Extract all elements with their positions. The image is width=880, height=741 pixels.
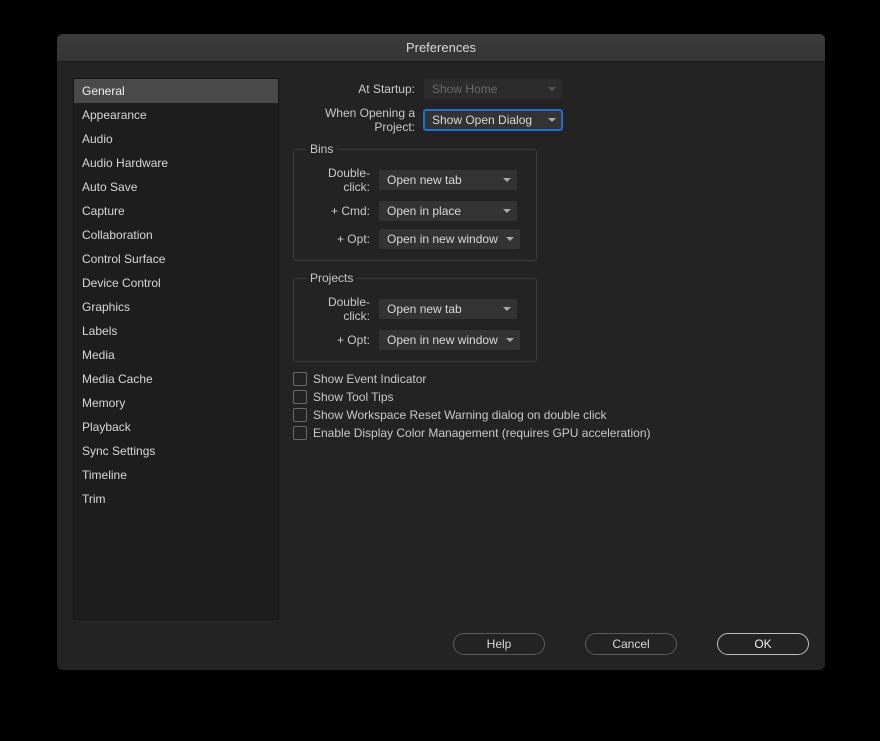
preferences-window: Preferences GeneralAppearanceAudioAudio … (57, 34, 825, 670)
cancel-button[interactable]: Cancel (585, 633, 677, 655)
check-event-indicator-row[interactable]: Show Event Indicator (293, 372, 809, 386)
check-color-mgmt-row[interactable]: Enable Display Color Management (require… (293, 426, 809, 440)
bins-opt-value: Open in new window (387, 232, 498, 246)
check-color-mgmt-label: Enable Display Color Management (require… (313, 426, 651, 440)
sidebar-item-collaboration[interactable]: Collaboration (74, 223, 278, 247)
projects-legend: Projects (306, 271, 357, 285)
open-project-label: When Opening a Project: (293, 106, 423, 134)
bins-cmd-dropdown[interactable]: Open in place (378, 200, 518, 222)
sidebar-item-media[interactable]: Media (74, 343, 278, 367)
bins-double-click-label: Double-click: (306, 166, 378, 194)
bins-opt-dropdown[interactable]: Open in new window (378, 228, 521, 250)
bins-opt-label: + Opt: (306, 232, 378, 246)
checkbox-icon[interactable] (293, 408, 307, 422)
sidebar-item-sync-settings[interactable]: Sync Settings (74, 439, 278, 463)
window-title: Preferences (406, 40, 476, 55)
titlebar: Preferences (57, 34, 825, 62)
projects-double-click-dropdown[interactable]: Open new tab (378, 298, 518, 320)
sidebar-item-graphics[interactable]: Graphics (74, 295, 278, 319)
sidebar-item-appearance[interactable]: Appearance (74, 103, 278, 127)
window-body: GeneralAppearanceAudioAudio HardwareAuto… (57, 62, 825, 628)
at-startup-value: Show Home (432, 82, 497, 96)
sidebar-item-trim[interactable]: Trim (74, 487, 278, 511)
projects-double-click-row: Double-click: Open new tab (306, 295, 524, 323)
sidebar-item-control-surface[interactable]: Control Surface (74, 247, 278, 271)
bins-opt-row: + Opt: Open in new window (306, 228, 524, 250)
checkbox-icon[interactable] (293, 372, 307, 386)
main-panel: At Startup: Show Home When Opening a Pro… (293, 78, 809, 620)
sidebar-item-memory[interactable]: Memory (74, 391, 278, 415)
check-tool-tips-label: Show Tool Tips (313, 390, 394, 404)
chevron-down-icon (548, 87, 556, 91)
at-startup-label: At Startup: (293, 82, 423, 96)
bins-cmd-row: + Cmd: Open in place (306, 200, 524, 222)
chevron-down-icon (506, 338, 514, 342)
chevron-down-icon (548, 118, 556, 122)
sidebar-item-general[interactable]: General (74, 79, 278, 103)
ok-button[interactable]: OK (717, 633, 809, 655)
checkbox-icon[interactable] (293, 390, 307, 404)
chevron-down-icon (503, 209, 511, 213)
check-event-indicator-label: Show Event Indicator (313, 372, 426, 386)
bins-cmd-value: Open in place (387, 204, 461, 218)
sidebar: GeneralAppearanceAudioAudio HardwareAuto… (73, 78, 279, 620)
bins-legend: Bins (306, 142, 337, 156)
chevron-down-icon (503, 178, 511, 182)
row-open-project: When Opening a Project: Show Open Dialog (293, 106, 809, 134)
sidebar-item-timeline[interactable]: Timeline (74, 463, 278, 487)
sidebar-item-device-control[interactable]: Device Control (74, 271, 278, 295)
bins-group: Bins Double-click: Open new tab + Cmd: O… (293, 142, 537, 261)
projects-group: Projects Double-click: Open new tab + Op… (293, 271, 537, 362)
sidebar-item-auto-save[interactable]: Auto Save (74, 175, 278, 199)
row-at-startup: At Startup: Show Home (293, 78, 809, 100)
bins-cmd-label: + Cmd: (306, 204, 378, 218)
sidebar-item-playback[interactable]: Playback (74, 415, 278, 439)
projects-opt-dropdown[interactable]: Open in new window (378, 329, 521, 351)
sidebar-item-capture[interactable]: Capture (74, 199, 278, 223)
checkbox-icon[interactable] (293, 426, 307, 440)
sidebar-item-audio[interactable]: Audio (74, 127, 278, 151)
at-startup-dropdown[interactable]: Show Home (423, 78, 563, 100)
footer: Help Cancel OK (57, 628, 825, 670)
check-tool-tips-row[interactable]: Show Tool Tips (293, 390, 809, 404)
chevron-down-icon (503, 307, 511, 311)
open-project-value: Show Open Dialog (432, 113, 532, 127)
projects-double-click-value: Open new tab (387, 302, 462, 316)
bins-double-click-dropdown[interactable]: Open new tab (378, 169, 518, 191)
projects-opt-row: + Opt: Open in new window (306, 329, 524, 351)
sidebar-item-labels[interactable]: Labels (74, 319, 278, 343)
bins-double-click-value: Open new tab (387, 173, 462, 187)
check-workspace-reset-label: Show Workspace Reset Warning dialog on d… (313, 408, 606, 422)
projects-opt-value: Open in new window (387, 333, 498, 347)
chevron-down-icon (506, 237, 514, 241)
open-project-dropdown[interactable]: Show Open Dialog (423, 109, 563, 131)
bins-double-click-row: Double-click: Open new tab (306, 166, 524, 194)
sidebar-item-media-cache[interactable]: Media Cache (74, 367, 278, 391)
help-button[interactable]: Help (453, 633, 545, 655)
projects-double-click-label: Double-click: (306, 295, 378, 323)
projects-opt-label: + Opt: (306, 333, 378, 347)
check-workspace-reset-row[interactable]: Show Workspace Reset Warning dialog on d… (293, 408, 809, 422)
sidebar-item-audio-hardware[interactable]: Audio Hardware (74, 151, 278, 175)
